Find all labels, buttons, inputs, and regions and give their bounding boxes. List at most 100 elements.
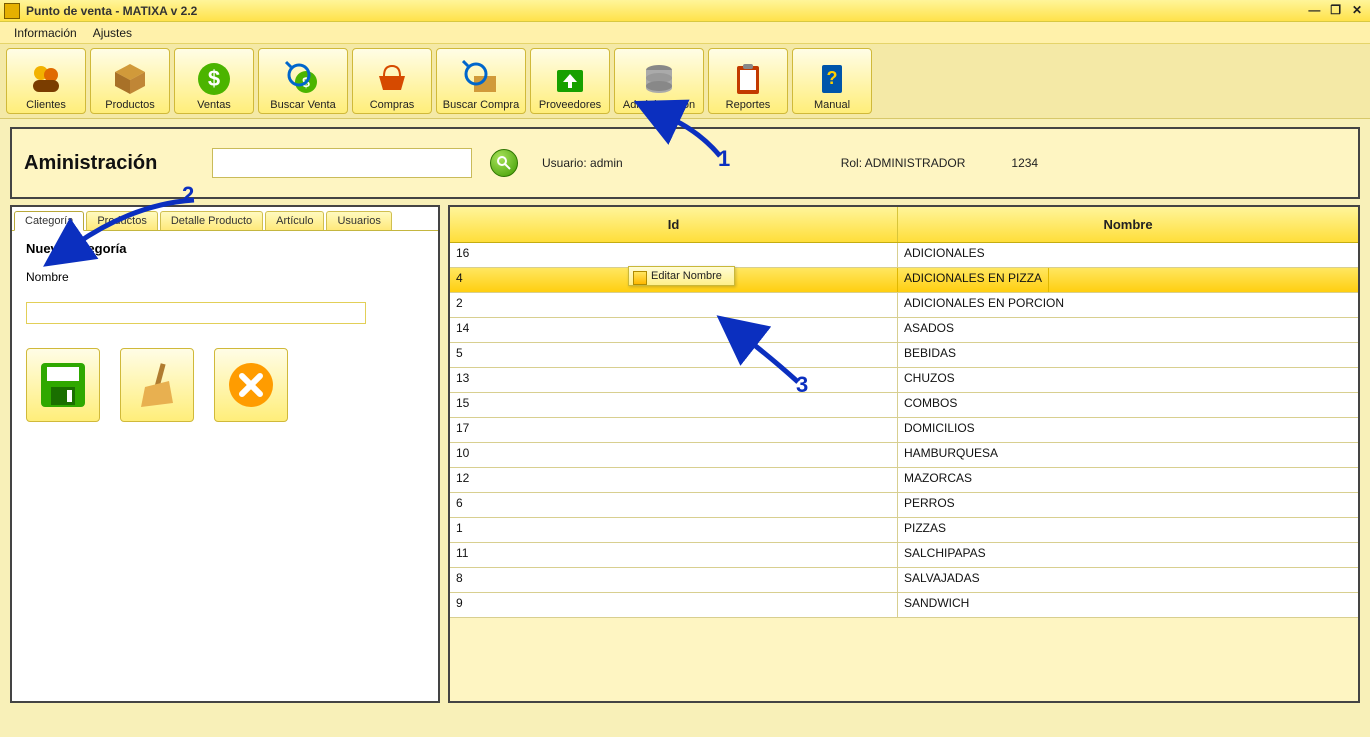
search-dollar-icon: $	[284, 60, 322, 98]
annotation-3: 3	[796, 372, 808, 398]
close-button[interactable]: ✕	[1348, 3, 1366, 19]
left-panel: Categoría Productos Detalle Producto Art…	[10, 205, 440, 703]
cell-nombre: SALVAJADAS	[898, 568, 1358, 592]
minimize-button[interactable]: —	[1305, 3, 1323, 19]
cell-id: 12	[450, 468, 898, 492]
floppy-icon	[35, 357, 91, 413]
form-panel: Nueva categoría Nombre	[12, 231, 438, 701]
table-row[interactable]: 5BEBIDAS	[450, 343, 1358, 368]
code-label: 1234	[1011, 156, 1038, 170]
cell-nombre: ADICIONALES EN PORCION	[898, 293, 1358, 317]
toolbar-manual[interactable]: ? Manual	[792, 48, 872, 114]
cell-nombre: ADICIONALES EN PIZZA	[898, 268, 1049, 292]
search-input[interactable]	[212, 148, 472, 178]
close-circle-icon	[223, 357, 279, 413]
tab-usuarios[interactable]: Usuarios	[326, 211, 391, 230]
table-header: Id Nombre	[450, 207, 1358, 243]
cell-id: 15	[450, 393, 898, 417]
clipboard-icon	[729, 60, 767, 98]
svg-text:?: ?	[827, 68, 838, 88]
table-row[interactable]: 13CHUZOS	[450, 368, 1358, 393]
column-nombre[interactable]: Nombre	[898, 207, 1358, 242]
magnifier-icon	[496, 155, 512, 171]
table-row[interactable]: 6PERROS	[450, 493, 1358, 518]
table-row[interactable]: 15COMBOS	[450, 393, 1358, 418]
table-row[interactable]: 2ADICIONALES EN PORCION	[450, 293, 1358, 318]
delete-button[interactable]	[214, 348, 288, 422]
cell-nombre: PIZZAS	[898, 518, 1358, 542]
cell-nombre: BEBIDAS	[898, 343, 1358, 367]
toolbar-compras[interactable]: Compras	[352, 48, 432, 114]
context-edit-name[interactable]: Editar Nombre	[628, 266, 735, 286]
section-title: Aministración	[24, 152, 194, 175]
cell-id: 13	[450, 368, 898, 392]
table-row[interactable]: 12MAZORCAS	[450, 468, 1358, 493]
table-row[interactable]: 8SALVAJADAS	[450, 568, 1358, 593]
toolbar-buscar-venta[interactable]: $ Buscar Venta	[258, 48, 348, 114]
cell-nombre: COMBOS	[898, 393, 1358, 417]
cell-nombre: CHUZOS	[898, 368, 1358, 392]
clear-button[interactable]	[120, 348, 194, 422]
menu-bar: Información Ajustes	[0, 22, 1370, 44]
cell-id: 14	[450, 318, 898, 342]
name-input[interactable]	[26, 302, 366, 324]
cell-id: 2	[450, 293, 898, 317]
toolbar-clientes[interactable]: Clientes	[6, 48, 86, 114]
save-button[interactable]	[26, 348, 100, 422]
maximize-button[interactable]: ❐	[1327, 3, 1345, 19]
column-id[interactable]: Id	[450, 207, 898, 242]
table-row[interactable]: 17DOMICILIOS	[450, 418, 1358, 443]
cell-id: 6	[450, 493, 898, 517]
download-box-icon	[551, 60, 589, 98]
broom-icon	[129, 357, 185, 413]
cell-nombre: PERROS	[898, 493, 1358, 517]
rol-label: Rol: ADMINISTRADOR	[841, 156, 966, 170]
tab-detalle-producto[interactable]: Detalle Producto	[160, 211, 263, 230]
search-button[interactable]	[490, 149, 518, 177]
toolbar-productos[interactable]: Productos	[90, 48, 170, 114]
annotation-1: 1	[718, 146, 730, 172]
tabstrip: Categoría Productos Detalle Producto Art…	[12, 207, 438, 231]
book-icon: ?	[813, 60, 851, 98]
cell-nombre: SANDWICH	[898, 593, 1358, 617]
cell-nombre: MAZORCAS	[898, 468, 1358, 492]
tab-productos[interactable]: Productos	[86, 211, 158, 230]
search-box-icon	[462, 60, 500, 98]
toolbar: Clientes Productos $ Ventas $ Buscar Ven…	[0, 44, 1370, 119]
svg-text:$: $	[208, 66, 220, 91]
cell-nombre: DOMICILIOS	[898, 418, 1358, 442]
box-icon	[111, 60, 149, 98]
table-row[interactable]: 11SALCHIPAPAS	[450, 543, 1358, 568]
toolbar-buscar-compra[interactable]: Buscar Compra	[436, 48, 526, 114]
cell-id: 17	[450, 418, 898, 442]
section-header: Aministración Usuario: admin Rol: ADMINI…	[10, 127, 1360, 199]
tab-articulo[interactable]: Artículo	[265, 211, 324, 230]
menu-ajustes[interactable]: Ajustes	[85, 24, 140, 42]
table-row[interactable]: 16ADICIONALES	[450, 243, 1358, 268]
cell-id: 10	[450, 443, 898, 467]
table-row[interactable]: 1PIZZAS	[450, 518, 1358, 543]
app-icon	[4, 3, 20, 19]
title-bar: Punto de venta - MATIXA v 2.2 — ❐ ✕	[0, 0, 1370, 22]
cell-nombre: ASADOS	[898, 318, 1358, 342]
toolbar-administracion[interactable]: Administración	[614, 48, 704, 114]
cell-id: 9	[450, 593, 898, 617]
toolbar-proveedores[interactable]: Proveedores	[530, 48, 610, 114]
table-row[interactable]: 4ADICIONALES EN PIZZAEditar Nombre	[450, 268, 1358, 293]
people-icon	[27, 60, 65, 98]
table-empty-area	[450, 618, 1358, 701]
table-row[interactable]: 10HAMBURQUESA	[450, 443, 1358, 468]
table-row[interactable]: 9SANDWICH	[450, 593, 1358, 618]
toolbar-ventas[interactable]: $ Ventas	[174, 48, 254, 114]
form-name-label: Nombre	[26, 270, 424, 284]
form-title: Nueva categoría	[26, 241, 424, 256]
menu-informacion[interactable]: Información	[6, 24, 85, 42]
database-icon	[640, 60, 678, 98]
tab-categoria[interactable]: Categoría	[14, 211, 84, 231]
dollar-icon: $	[195, 60, 233, 98]
cell-nombre: HAMBURQUESA	[898, 443, 1358, 467]
basket-icon	[373, 60, 411, 98]
table-row[interactable]: 14ASADOS	[450, 318, 1358, 343]
table-panel: Id Nombre 16ADICIONALES4ADICIONALES EN P…	[448, 205, 1360, 703]
toolbar-reportes[interactable]: Reportes	[708, 48, 788, 114]
